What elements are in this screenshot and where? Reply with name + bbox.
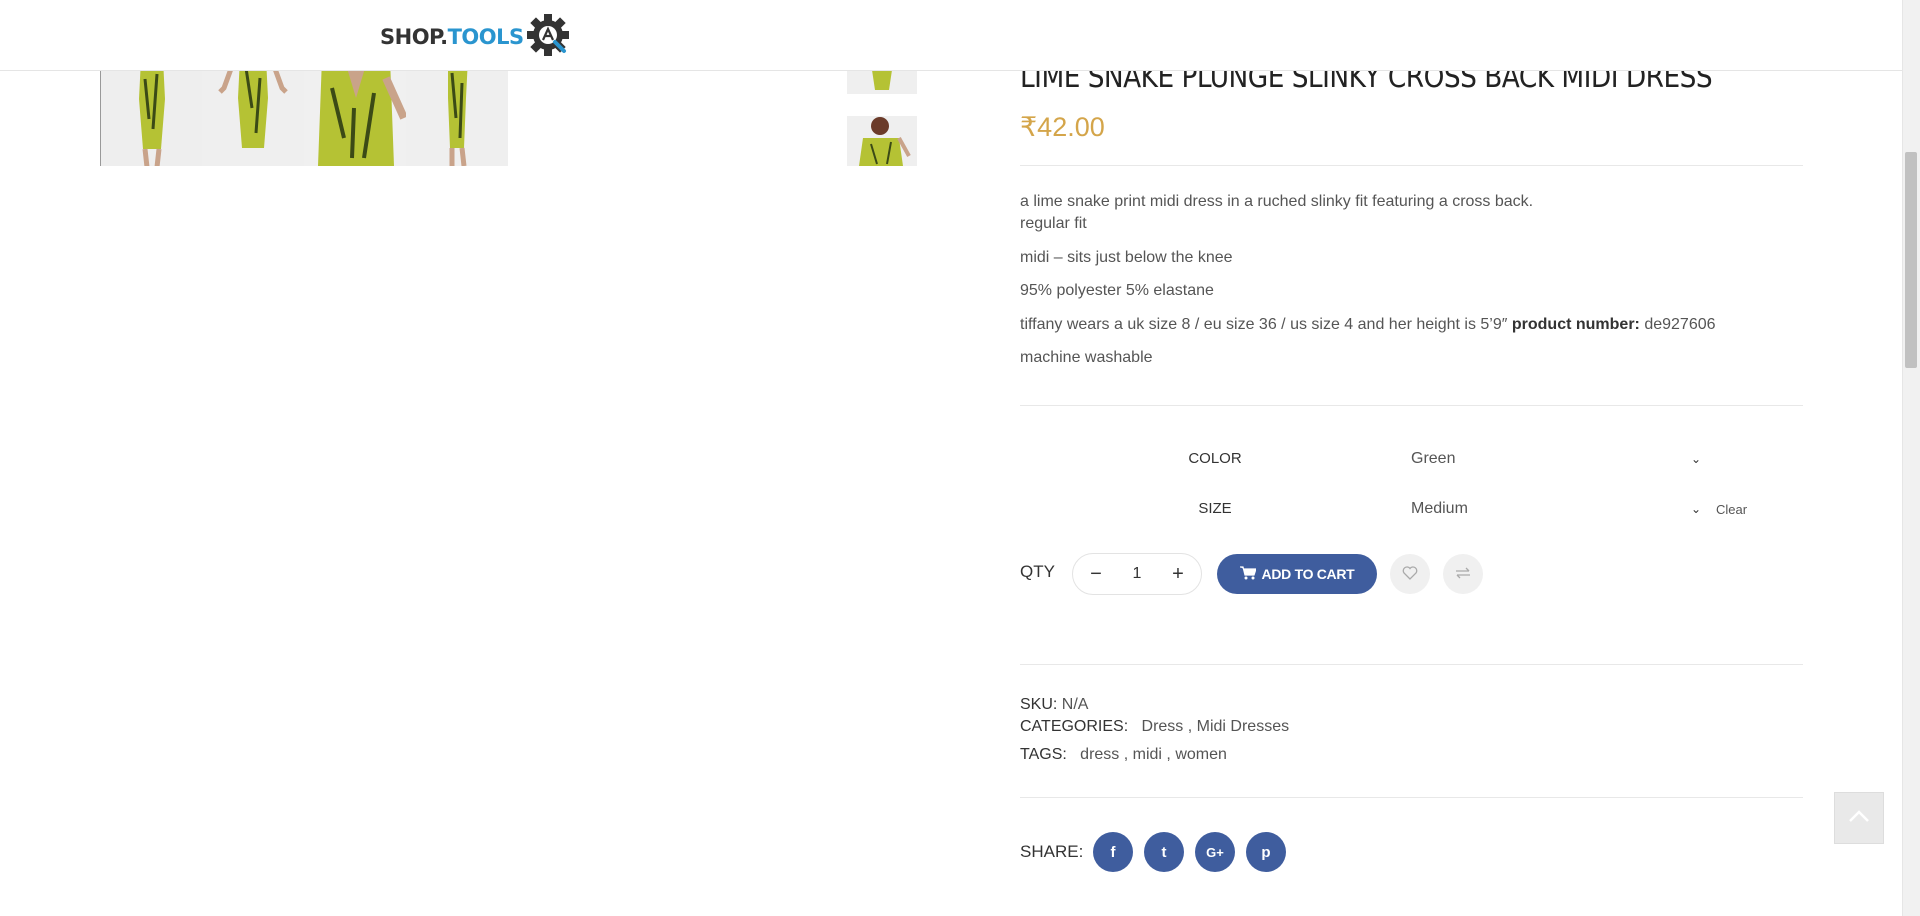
- divider: [1020, 405, 1803, 406]
- gallery-side-thumbnail-1[interactable]: [847, 70, 917, 94]
- category-link[interactable]: Dress: [1142, 718, 1184, 735]
- description-line: a lime snake print midi dress in a ruche…: [1020, 193, 1534, 210]
- product-number-label: product number:: [1511, 316, 1640, 333]
- tag-link[interactable]: women: [1175, 746, 1227, 763]
- add-to-cart-label: ADD TO CART: [1261, 566, 1355, 582]
- description-line-size: tiffany wears a uk size 8 / eu size 36 /…: [1020, 316, 1716, 334]
- facebook-icon: f: [1110, 843, 1116, 861]
- description-line: midi – sits just below the knee: [1020, 249, 1233, 266]
- divider: [1020, 797, 1803, 798]
- wishlist-button[interactable]: [1390, 554, 1430, 594]
- compare-arrows-icon: [1454, 566, 1472, 582]
- qty-input[interactable]: 1: [1133, 565, 1142, 583]
- color-label: COLOR: [1188, 450, 1242, 467]
- sku-row: SKU: N/A: [1020, 696, 1088, 714]
- model-size-text: tiffany wears a uk size 8 / eu size 36 /…: [1020, 316, 1508, 333]
- quantity-stepper: − 1 +: [1072, 553, 1202, 595]
- gear-icon: [526, 13, 570, 62]
- google-plus-icon: G+: [1206, 844, 1224, 860]
- gallery-thumbnail-3[interactable]: [304, 58, 406, 166]
- divider: [1020, 165, 1803, 166]
- gallery-thumbnails: [100, 58, 508, 166]
- product-number-value: de927606: [1644, 316, 1716, 333]
- sku-value: N/A: [1061, 696, 1089, 713]
- gallery-side-thumbnail-2[interactable]: [847, 116, 917, 166]
- categories-label: CATEGORIES:: [1020, 718, 1129, 735]
- share-google-plus-button[interactable]: G+: [1195, 832, 1235, 872]
- qty-label: QTY: [1020, 562, 1055, 581]
- twitter-icon: t: [1161, 843, 1167, 861]
- logo-text-tools: TOOLS: [447, 25, 525, 49]
- description-line: machine washable: [1020, 349, 1153, 366]
- color-selected-value: Green: [1411, 450, 1456, 467]
- add-to-cart-button[interactable]: ADD TO CART: [1217, 554, 1377, 594]
- tags-row: TAGS: dress , midi , women: [1020, 746, 1227, 763]
- chevron-down-icon: ⌄: [1690, 502, 1701, 516]
- pinterest-icon: p: [1261, 843, 1271, 861]
- chevron-down-icon: ⌄: [1690, 452, 1701, 466]
- size-select[interactable]: Medium ⌄: [1411, 494, 1701, 524]
- logo-text-shop: SHOP.: [380, 25, 448, 49]
- back-to-top-button[interactable]: [1834, 792, 1884, 844]
- site-logo[interactable]: SHOP. TOOLS: [380, 13, 570, 62]
- compare-button[interactable]: [1443, 554, 1483, 594]
- qty-increase-button[interactable]: +: [1169, 563, 1187, 586]
- share-pinterest-button[interactable]: p: [1246, 832, 1286, 872]
- qty-decrease-button[interactable]: −: [1087, 563, 1105, 586]
- sku-label: SKU:: [1020, 696, 1058, 713]
- category-link[interactable]: Midi Dresses: [1197, 718, 1289, 735]
- tag-link[interactable]: midi: [1133, 746, 1162, 763]
- page-scrollbar-thumb[interactable]: [1905, 152, 1917, 368]
- share-twitter-button[interactable]: t: [1144, 832, 1184, 872]
- site-header: SHOP. TOOLS: [0, 0, 1902, 71]
- heart-icon: [1402, 565, 1418, 583]
- gallery-thumbnail-1[interactable]: [100, 58, 203, 166]
- gallery-thumbnail-4[interactable]: [406, 58, 508, 166]
- cart-icon: [1239, 565, 1257, 583]
- gallery-thumbnail-2[interactable]: [202, 58, 304, 166]
- share-label: SHARE:: [1020, 842, 1084, 861]
- size-selected-value: Medium: [1411, 500, 1468, 517]
- size-label: SIZE: [1198, 500, 1232, 517]
- categories-row: CATEGORIES: Dress , Midi Dresses: [1020, 718, 1290, 735]
- chevron-up-icon: [1848, 809, 1870, 828]
- description-line: 95% polyester 5% elastane: [1020, 282, 1214, 299]
- page-scrollbar-track[interactable]: [1902, 0, 1920, 916]
- clear-variations-link[interactable]: Clear: [1716, 502, 1747, 517]
- color-select[interactable]: Green ⌄: [1411, 444, 1701, 474]
- tags-label: TAGS:: [1020, 746, 1067, 763]
- description-line: regular fit: [1020, 215, 1087, 232]
- share-facebook-button[interactable]: f: [1093, 832, 1133, 872]
- product-price: ₹42.00: [1020, 112, 1105, 142]
- divider: [1020, 664, 1803, 665]
- tag-link[interactable]: dress: [1080, 746, 1119, 763]
